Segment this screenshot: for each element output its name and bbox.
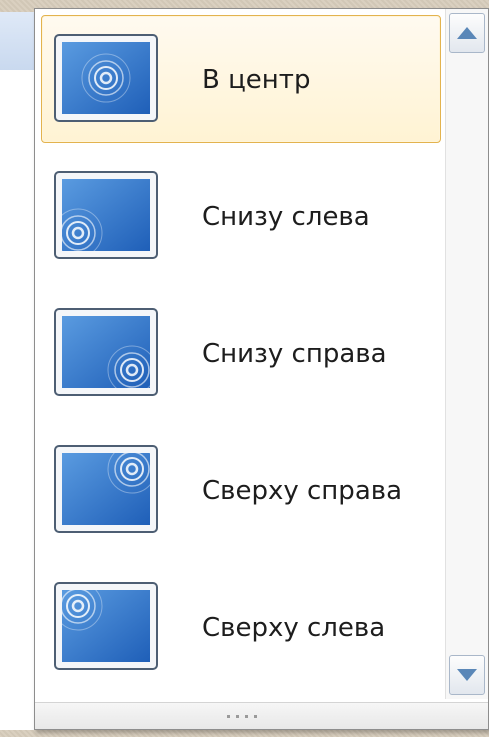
vertical-scrollbar[interactable]	[445, 9, 488, 699]
scroll-up-arrow-icon	[457, 27, 477, 39]
option-label: Сверху слева	[202, 613, 386, 643]
option-label: В центр	[202, 65, 311, 95]
resize-grip-icon	[226, 714, 257, 718]
option-label: Сверху справа	[202, 476, 403, 506]
option-label: Снизу справа	[202, 339, 387, 369]
scroll-up-button[interactable]	[449, 13, 485, 53]
picture-bottom-left-icon	[54, 171, 158, 259]
picture-top-right-icon	[54, 445, 158, 533]
document-area	[0, 70, 35, 730]
position-option-top-left[interactable]: Сверху слева	[41, 563, 441, 691]
picture-bottom-right-icon	[54, 308, 158, 396]
picture-position-dropdown: В центр Снизу слева Снизу справа Сверху …	[34, 8, 489, 730]
position-option-center[interactable]: В центр	[41, 15, 441, 143]
resize-grip-bar[interactable]	[35, 702, 488, 729]
option-label: Снизу слева	[202, 202, 370, 232]
position-option-top-right[interactable]: Сверху справа	[41, 426, 441, 554]
position-option-bottom-right[interactable]: Снизу справа	[41, 289, 441, 417]
scroll-down-arrow-icon	[457, 669, 477, 681]
picture-center-icon	[54, 34, 158, 122]
position-option-bottom-left[interactable]: Снизу слева	[41, 152, 441, 280]
scroll-down-button[interactable]	[449, 655, 485, 695]
picture-top-left-icon	[54, 582, 158, 670]
position-options-list: В центр Снизу слева Снизу справа Сверху …	[41, 15, 441, 700]
